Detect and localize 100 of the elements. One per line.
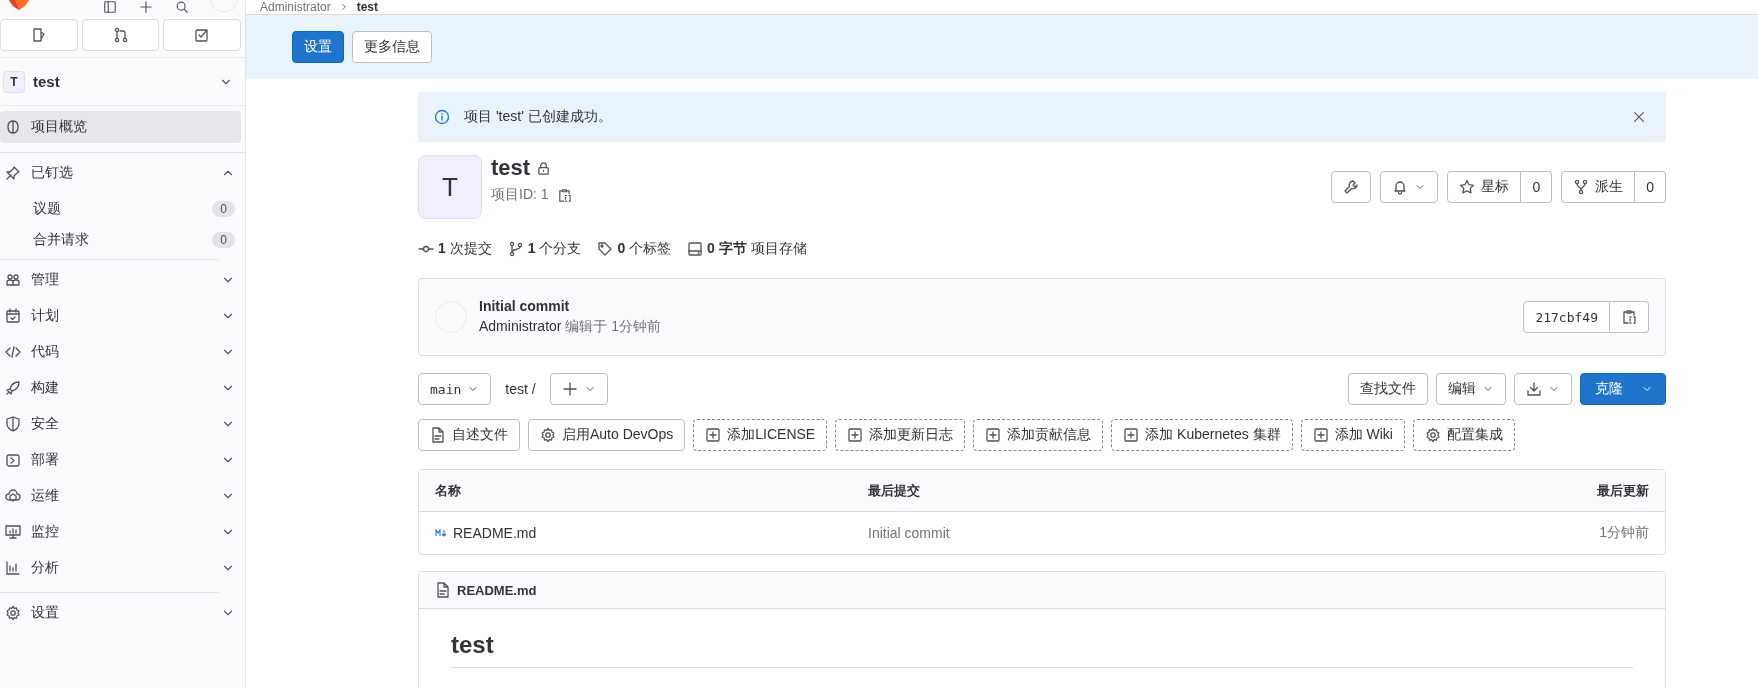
settings-icon [5, 605, 21, 621]
plus-square-icon [847, 427, 864, 443]
sidebar-item[interactable]: 构建 [0, 372, 241, 404]
commit-time: 编辑于 1分钟前 [565, 318, 662, 334]
copy-button[interactable] [1610, 301, 1649, 333]
issues-icon [30, 27, 47, 43]
stat-link[interactable]: 1 个分支 [527, 240, 582, 258]
fork-button[interactable]: 派生 [1561, 171, 1636, 203]
path-separator: / [531, 381, 536, 397]
sidebar-item[interactable]: 计划 [0, 300, 241, 332]
settings-icon [1424, 427, 1441, 443]
settings-button[interactable] [1331, 171, 1372, 203]
pin-icon [5, 165, 21, 181]
lock-icon [536, 160, 552, 176]
star-button[interactable]: 星标 [1447, 171, 1522, 203]
branch-dropdown[interactable]: main [418, 373, 492, 405]
search-icon [175, 0, 189, 14]
merge-request-button[interactable] [81, 19, 160, 51]
project-title: test [491, 155, 531, 181]
column-header: 最后提交 [868, 481, 921, 500]
download-dropdown[interactable] [1514, 373, 1572, 405]
users-icon [5, 272, 21, 288]
stat-link[interactable]: 1 次提交 [438, 240, 492, 258]
plus-square-icon [705, 427, 722, 443]
sidebar-item[interactable]: 管理 [0, 264, 241, 296]
updated-time: 1分钟前 [1598, 524, 1649, 542]
stat-link[interactable]: 0 字节 项目存储 [707, 240, 807, 258]
close-icon [1632, 110, 1646, 124]
file-icon [430, 427, 446, 443]
sidebar-item[interactable]: 代码 [0, 336, 241, 368]
plus-square-icon [1123, 427, 1140, 443]
count-button[interactable]: 0 [1635, 171, 1666, 203]
plus-icon [139, 0, 153, 14]
issues-button[interactable] [0, 19, 78, 51]
project-switcher[interactable]: T test [0, 58, 245, 106]
shortcut-button[interactable]: 配置集成 [1412, 419, 1515, 451]
sidebar-item[interactable]: 部署 [0, 444, 241, 476]
deploy-icon [5, 452, 21, 468]
sidebar-item[interactable]: 运维 [0, 480, 241, 512]
logo-icon[interactable] [8, 0, 30, 10]
project-id: 项目ID: 1 [491, 186, 549, 204]
project-avatar: T [418, 155, 482, 219]
code-icon [5, 344, 21, 360]
clipboard-icon [1621, 309, 1637, 325]
sidebar-item[interactable]: 已钉选 [0, 157, 241, 189]
sidebar-item[interactable]: 安全 [0, 408, 241, 440]
find-file-button[interactable]: 查找文件 [1348, 373, 1428, 405]
shortcut-button[interactable]: 自述文件 [418, 419, 520, 451]
edit-dropdown[interactable]: 编辑 [1436, 373, 1506, 405]
monitor-icon [5, 524, 21, 540]
column-header: 最后更新 [1596, 481, 1649, 500]
commit-message: Initial commit [868, 525, 951, 541]
readme-heading: test [451, 631, 1633, 668]
storage-icon [687, 241, 704, 257]
sidebar-item[interactable]: 项目概览 [0, 111, 241, 143]
count-button[interactable]: 0 [1521, 171, 1553, 203]
rocket-icon [5, 380, 21, 396]
tag-icon [597, 241, 614, 257]
chart-icon [5, 560, 21, 576]
sidebar-item[interactable]: 监控 [0, 516, 241, 548]
count-badge: 0 [212, 200, 235, 217]
clone-dropdown[interactable]: 克隆 [1580, 373, 1666, 405]
file-link[interactable]: README.md [453, 525, 537, 541]
breadcrumb-link[interactable]: Administrator [260, 0, 331, 14]
shortcut-button[interactable]: 添加更新日志 [835, 419, 966, 451]
calendar-icon [5, 308, 21, 324]
notification-button[interactable] [1380, 171, 1439, 203]
sidebar-item[interactable]: 议题 0 [0, 193, 241, 224]
commit-sha-button[interactable]: 217cbf49 [1523, 301, 1610, 333]
branch-icon [507, 241, 524, 257]
primary-button[interactable]: 设置 [292, 31, 344, 63]
plus-icon [561, 381, 578, 397]
todo-icon [194, 27, 211, 43]
todo-button[interactable] [163, 19, 241, 51]
sidebar-item[interactable]: 分析 [0, 552, 241, 584]
file-icon [435, 582, 451, 598]
download-icon [1526, 381, 1542, 397]
path-link[interactable]: test [505, 381, 528, 397]
settings-icon [540, 427, 556, 443]
copy-button[interactable] [556, 187, 572, 203]
shortcut-button[interactable]: 添加 Kubernetes 集群 [1111, 419, 1293, 451]
shortcut-button[interactable]: 添加贡献信息 [973, 419, 1104, 451]
project-avatar: T [3, 70, 25, 93]
count-badge: 0 [212, 231, 235, 248]
shortcut-button[interactable]: 启用Auto DevOps [528, 419, 686, 451]
add-dropdown[interactable] [549, 373, 608, 405]
sidebar-item[interactable]: 设置 [0, 597, 241, 629]
sidebar-item[interactable]: 合并请求 0 [0, 224, 241, 255]
author-link[interactable]: Administrator [479, 318, 562, 334]
shortcut-button[interactable]: 添加 Wiki [1300, 419, 1405, 451]
commit-title[interactable]: Initial commit [479, 298, 1524, 314]
secondary-button[interactable]: 更多信息 [352, 31, 432, 63]
shortcut-button[interactable]: 添加LICENSE [693, 419, 828, 451]
panel-icon [103, 0, 117, 14]
stat-link[interactable]: 0 个标签 [617, 240, 672, 258]
plus-square-icon [985, 427, 1002, 443]
clipboard-icon [556, 187, 572, 203]
breadcrumb-link[interactable]: test [356, 0, 379, 14]
info-icon [434, 109, 450, 125]
fork-icon [1573, 179, 1590, 195]
